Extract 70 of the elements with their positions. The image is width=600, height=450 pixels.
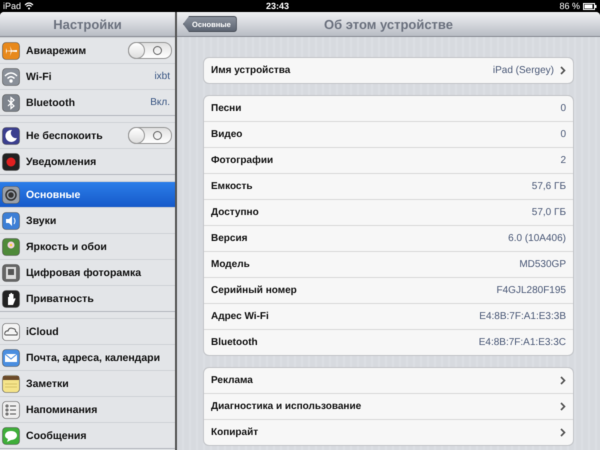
- chevron-icon: [560, 66, 566, 75]
- chevron-icon: [560, 402, 566, 411]
- settings-item[interactable]: Сообщения: [0, 422, 175, 448]
- device-name: iPad: [3, 1, 22, 11]
- item-label: Не беспокоить: [26, 130, 104, 142]
- settings-item[interactable]: Почта, адреса, календари: [0, 344, 175, 370]
- item-label: Звуки: [26, 214, 58, 226]
- item-value: Вкл.: [150, 97, 171, 108]
- settings-item[interactable]: iCloud: [0, 318, 175, 344]
- settings-item[interactable]: Wi-Fi ixbt: [0, 63, 175, 89]
- settings-item[interactable]: Напоминания: [0, 396, 175, 422]
- settings-item[interactable]: Основные: [0, 181, 175, 207]
- toggle-switch[interactable]: [128, 42, 172, 59]
- row-label: Песни: [211, 103, 242, 114]
- row-label: Реклама: [211, 375, 254, 386]
- row-value: F4GJL280F195: [496, 285, 566, 296]
- row-value: 57,6 ГБ: [532, 181, 566, 192]
- item-value: ixbt: [154, 71, 171, 82]
- item-label: Авиарежим: [26, 44, 88, 56]
- battery-icon: [583, 2, 597, 10]
- row-label: Копирайт: [211, 427, 260, 438]
- settings-item[interactable]: Цифровая фоторамка: [0, 259, 175, 285]
- clock: 23:43: [266, 1, 290, 11]
- item-label: Заметки: [26, 378, 70, 390]
- row-label: Диагностика и использование: [211, 401, 362, 412]
- row-label: Доступно: [211, 207, 260, 218]
- row-label: Серийный номер: [211, 285, 298, 296]
- row-label: Емкость: [211, 181, 254, 192]
- chevron-icon: [560, 428, 566, 437]
- item-label: Почта, адреса, календари: [26, 352, 162, 364]
- row-label: Модель: [211, 259, 251, 270]
- battery-level: 86 %: [559, 1, 580, 11]
- row-label: Адрес Wi-Fi: [211, 311, 270, 322]
- item-label: Bluetooth: [26, 96, 76, 108]
- item-label: Яркость и обои: [26, 240, 108, 252]
- row-value: iPad (Sergey): [492, 65, 554, 76]
- row-value: MD530GP: [519, 259, 566, 270]
- row-label: Имя устройства: [211, 65, 292, 76]
- row-value: 2: [560, 155, 566, 166]
- row-value: 6.0 (10A406): [508, 233, 566, 244]
- item-label: Уведомления: [26, 156, 98, 168]
- settings-item[interactable]: Заметки: [0, 370, 175, 396]
- settings-item[interactable]: Авиарежим: [0, 37, 175, 63]
- toggle-switch[interactable]: [128, 127, 172, 144]
- row-value: E4:8B:7F:A1:E3:3B: [479, 311, 566, 322]
- page-title: Об этом устройстве: [324, 16, 453, 32]
- item-label: Основные: [26, 188, 82, 200]
- item-label: Напоминания: [26, 404, 98, 416]
- row-value: E4:8B:7F:A1:E3:3C: [478, 337, 566, 348]
- sidebar-title: Настройки: [53, 16, 122, 32]
- settings-item[interactable]: Bluetooth Вкл.: [0, 89, 175, 115]
- row-label: Bluetooth: [211, 337, 259, 348]
- item-label: Приватность: [26, 292, 95, 304]
- row-value: 0: [560, 129, 566, 140]
- settings-item[interactable]: Не беспокоить: [0, 122, 175, 148]
- wifi-icon: [24, 2, 34, 10]
- settings-item[interactable]: Яркость и обои: [0, 233, 175, 259]
- item-label: Цифровая фоторамка: [26, 266, 142, 278]
- row-label: Фотографии: [211, 155, 274, 166]
- item-label: Сообщения: [26, 430, 88, 442]
- item-label: iCloud: [26, 326, 60, 338]
- item-label: Wi-Fi: [26, 70, 53, 82]
- row-value: 57,0 ГБ: [532, 207, 566, 218]
- chevron-icon: [560, 376, 566, 385]
- row-value: 0: [560, 103, 566, 114]
- row-label: Версия: [211, 233, 248, 244]
- settings-item[interactable]: Уведомления: [0, 148, 175, 174]
- settings-item[interactable]: Звуки: [0, 207, 175, 233]
- row-label: Видео: [211, 129, 244, 140]
- settings-item[interactable]: Приватность: [0, 285, 175, 311]
